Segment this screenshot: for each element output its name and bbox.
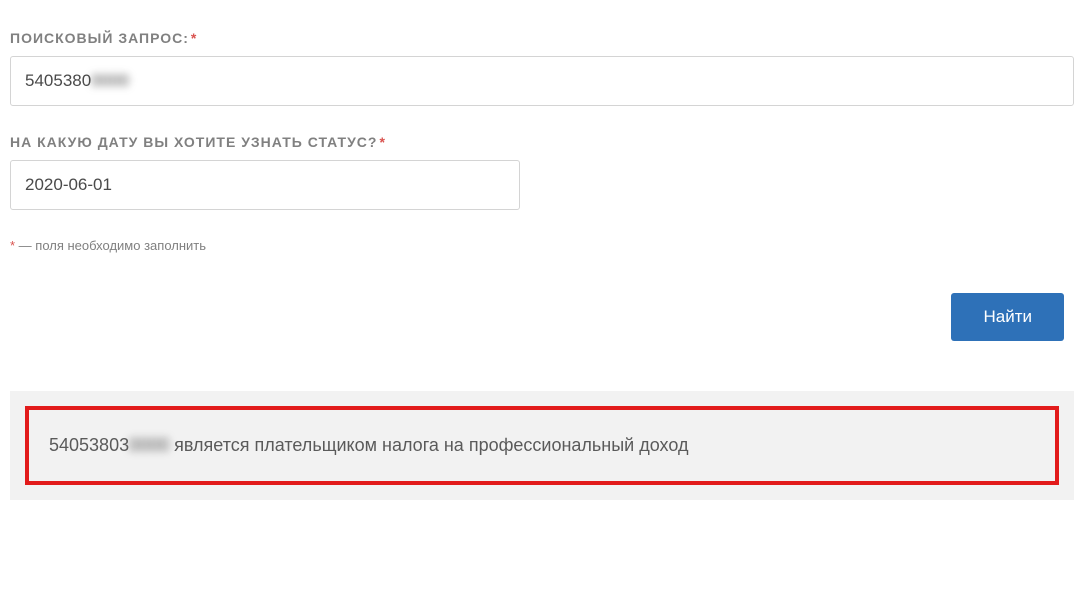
date-label-text: НА КАКУЮ ДАТУ ВЫ ХОТИТЕ УЗНАТЬ СТАТУС? <box>10 134 377 150</box>
result-id-blurred: 0000 <box>129 435 169 455</box>
result-text: является плательщиком налога на професси… <box>169 435 688 455</box>
hint-text: — поля необходимо заполнить <box>15 238 206 253</box>
result-box: 540538030000 является плательщиком налог… <box>25 406 1059 485</box>
required-asterisk: * <box>379 134 385 150</box>
search-query-label: ПОИСКОВЫЙ ЗАПРОС:* <box>10 30 1074 46</box>
result-panel: 540538030000 является плательщиком налог… <box>10 391 1074 500</box>
search-value-visible: 5405380 <box>25 71 91 90</box>
search-query-group: ПОИСКОВЫЙ ЗАПРОС:* 54053800000 <box>10 30 1074 106</box>
date-input[interactable] <box>10 160 520 210</box>
required-asterisk: * <box>191 30 197 46</box>
date-group: НА КАКУЮ ДАТУ ВЫ ХОТИТЕ УЗНАТЬ СТАТУС?* <box>10 134 1074 210</box>
search-value-blurred: 0000 <box>91 71 129 90</box>
result-id-visible: 54053803 <box>49 435 129 455</box>
date-label: НА КАКУЮ ДАТУ ВЫ ХОТИТЕ УЗНАТЬ СТАТУС?* <box>10 134 1074 150</box>
search-query-input[interactable]: 54053800000 <box>10 56 1074 106</box>
submit-button[interactable]: Найти <box>951 293 1064 341</box>
button-row: Найти <box>10 293 1074 341</box>
search-query-label-text: ПОИСКОВЫЙ ЗАПРОС: <box>10 30 189 46</box>
required-hint: * — поля необходимо заполнить <box>10 238 1074 253</box>
